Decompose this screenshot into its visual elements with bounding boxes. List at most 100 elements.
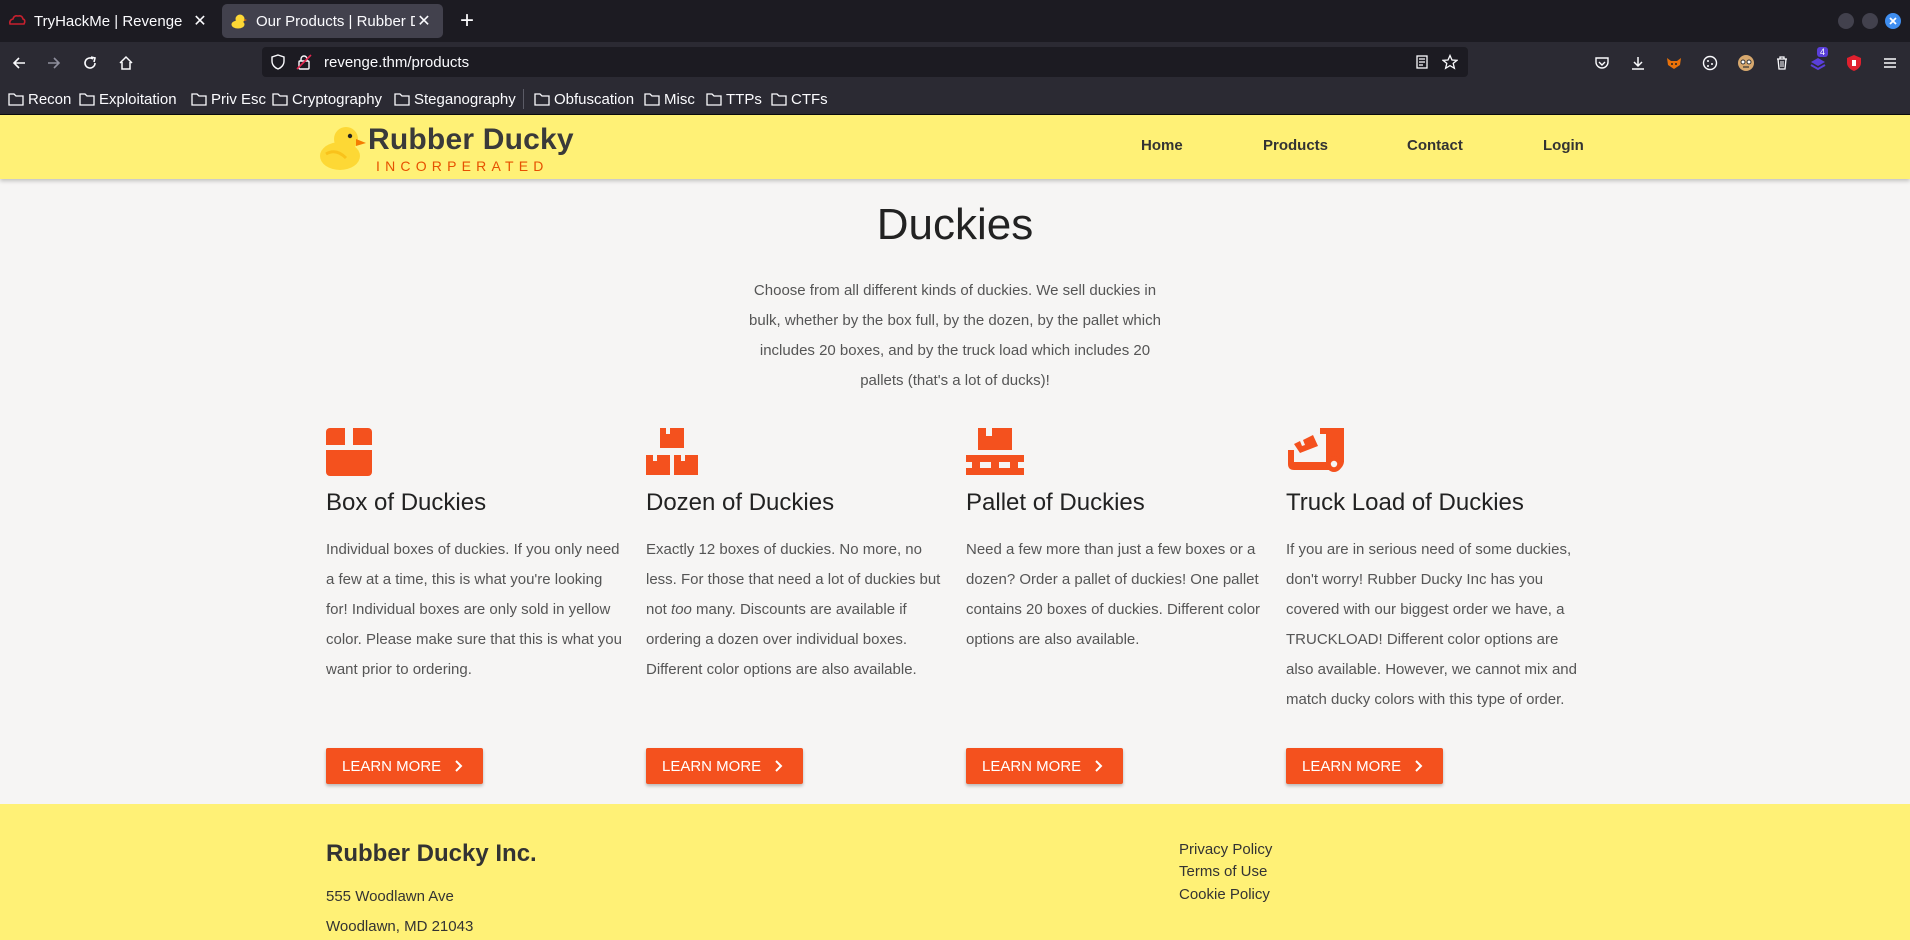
product-card-truck: Truck Load of Duckies If you are in seri…	[1286, 428, 1588, 784]
product-title: Pallet of Duckies	[966, 489, 1145, 516]
button-label: LEARN MORE	[1302, 757, 1402, 775]
product-description: Exactly 12 boxes of duckies. No more, no…	[646, 535, 948, 685]
bookmark-folder-ttps[interactable]: TTPs	[706, 88, 762, 110]
site-header: Rubber Ducky INCORPERATED Home Products …	[0, 115, 1910, 179]
tab-tryhackme[interactable]: TryHackMe | Revenge ✕	[0, 4, 219, 38]
page-title: Duckies	[876, 200, 1034, 249]
bookmark-label: Steganography	[414, 90, 516, 108]
folder-icon	[191, 93, 207, 106]
downloads-icon[interactable]	[1628, 53, 1648, 73]
footer-link-terms[interactable]: Terms of Use	[1179, 863, 1267, 880]
folder-icon	[394, 93, 410, 106]
pallet-icon	[966, 428, 1024, 475]
learn-more-button[interactable]: LEARN MORE	[966, 748, 1123, 784]
address-bar[interactable]: revenge.thm/products	[262, 47, 1468, 77]
chevron-right-icon	[455, 760, 463, 772]
wappalyzer-face-icon[interactable]	[1736, 53, 1756, 73]
product-description: Individual boxes of duckies. If you only…	[326, 541, 622, 678]
dolly-icon	[1288, 428, 1345, 472]
duck-favicon-icon	[230, 12, 248, 30]
folder-icon	[79, 93, 95, 106]
bookmark-folder-priv-esc[interactable]: Priv Esc	[191, 88, 266, 110]
folder-icon	[534, 93, 550, 106]
menu-icon[interactable]	[1880, 53, 1900, 73]
foxyproxy-icon[interactable]	[1664, 53, 1684, 73]
arrow-right-icon	[48, 57, 61, 69]
learn-more-button[interactable]: LEARN MORE	[646, 748, 803, 784]
extension-badge-icon[interactable]: 4	[1808, 47, 1829, 73]
bookmark-label: Cryptography	[292, 90, 383, 108]
pocket-icon[interactable]	[1592, 53, 1612, 73]
product-description: Need a few more than just a few boxes or…	[966, 541, 1261, 648]
bookmark-separator	[523, 89, 524, 109]
logo-tagline: INCORPERATED	[376, 158, 549, 174]
ublock-icon[interactable]	[1844, 53, 1864, 73]
folder-icon	[272, 93, 288, 106]
browser-tab-bar: TryHackMe | Revenge ✕ Our Products | Rub…	[0, 0, 1910, 42]
folder-icon	[8, 93, 24, 106]
reader-view-icon[interactable]	[1414, 54, 1430, 70]
description-emphasis: too	[671, 601, 692, 618]
folder-icon	[644, 93, 660, 106]
minimize-button[interactable]	[1838, 13, 1854, 29]
learn-more-button[interactable]: LEARN MORE	[1286, 748, 1443, 784]
site-logo[interactable]: Rubber Ducky INCORPERATED	[320, 119, 574, 175]
tab-title: Our Products | Rubber Du	[256, 12, 415, 30]
back-button[interactable]	[6, 50, 32, 76]
bookmark-label: Recon	[28, 90, 72, 108]
maximize-button[interactable]	[1862, 13, 1878, 29]
bookmark-folder-obfuscation[interactable]: Obfuscation	[534, 88, 634, 110]
chevron-right-icon	[1415, 760, 1423, 772]
footer-link-cookies[interactable]: Cookie Policy	[1179, 886, 1270, 903]
new-tab-button[interactable]: +	[454, 8, 480, 34]
product-title: Box of Duckies	[326, 489, 487, 516]
nav-login[interactable]: Login	[1543, 137, 1584, 154]
box-icon	[326, 428, 372, 476]
home-button[interactable]	[113, 50, 139, 76]
bookmark-label: Obfuscation	[554, 90, 635, 108]
tryhackme-favicon-icon	[8, 12, 26, 30]
product-title: Truck Load of Duckies	[1286, 489, 1524, 516]
bookmark-folder-steganography[interactable]: Steganography	[394, 88, 516, 110]
bookmark-folder-exploitation[interactable]: Exploitation	[79, 88, 177, 110]
shield-icon[interactable]	[270, 54, 286, 70]
product-title: Dozen of Duckies	[646, 489, 835, 516]
logo-name: Rubber Ducky	[368, 123, 574, 156]
site-footer: Rubber Ducky Inc. 555 Woodlawn Ave Woodl…	[0, 804, 1910, 940]
insecure-lock-icon[interactable]	[296, 54, 312, 70]
cookie-icon[interactable]	[1700, 53, 1720, 73]
bookmark-folder-misc[interactable]: Misc	[644, 88, 695, 110]
bookmarks-toolbar: Recon Exploitation Priv Esc Cryptography…	[0, 83, 1910, 115]
forward-button[interactable]	[41, 50, 67, 76]
close-window-button[interactable]	[1885, 13, 1901, 29]
product-card-dozen: Dozen of Duckies Exactly 12 boxes of duc…	[646, 428, 948, 784]
chevron-right-icon	[1095, 760, 1103, 772]
bookmark-folder-cryptography[interactable]: Cryptography	[272, 88, 382, 110]
reload-icon	[84, 56, 96, 69]
tab-products[interactable]: Our Products | Rubber Du ✕	[222, 4, 443, 38]
chevron-right-icon	[775, 760, 783, 772]
nav-home[interactable]: Home	[1141, 137, 1183, 154]
nav-products[interactable]: Products	[1263, 137, 1328, 154]
trash-icon[interactable]	[1772, 53, 1792, 73]
bookmark-label: Misc	[664, 90, 695, 108]
close-tab-icon[interactable]: ✕	[415, 11, 433, 31]
bookmark-label: TTPs	[726, 90, 762, 108]
footer-address-line1: 555 Woodlawn Ave	[326, 888, 454, 905]
reload-button[interactable]	[77, 50, 103, 76]
learn-more-button[interactable]: LEARN MORE	[326, 748, 483, 784]
bookmark-folder-ctfs[interactable]: CTFs	[771, 88, 828, 110]
home-icon	[119, 55, 133, 70]
bookmark-star-icon[interactable]	[1442, 54, 1458, 70]
nav-contact[interactable]: Contact	[1407, 137, 1463, 154]
folder-icon	[706, 93, 722, 106]
url-text: revenge.thm/products	[324, 54, 470, 71]
footer-company-name: Rubber Ducky Inc.	[326, 840, 537, 867]
folder-icon	[771, 93, 787, 106]
bookmark-label: Exploitation	[99, 90, 177, 108]
arrow-left-icon	[12, 57, 25, 69]
footer-link-privacy[interactable]: Privacy Policy	[1179, 841, 1272, 858]
bookmark-folder-recon[interactable]: Recon	[8, 88, 71, 110]
close-tab-icon[interactable]: ✕	[191, 11, 209, 31]
page-intro: Choose from all different kinds of ducki…	[749, 282, 1161, 389]
